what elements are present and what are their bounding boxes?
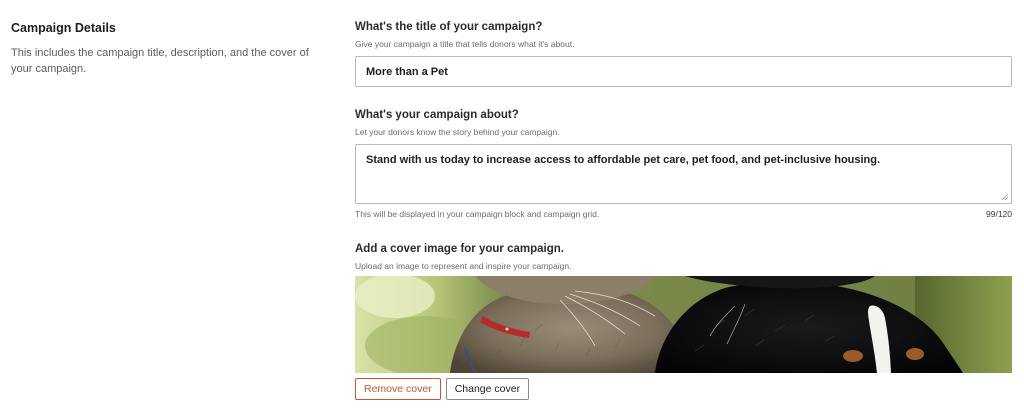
textarea-footer-note: This will be displayed in your campaign … — [355, 209, 600, 219]
cover-photo-cat-and-dog — [355, 276, 1012, 373]
cover-image — [355, 276, 1012, 373]
campaign-about-textarea[interactable]: Stand with us today to increase access t… — [355, 144, 1012, 204]
campaign-title-input[interactable]: More than a Pet — [355, 56, 1012, 87]
cover-field-group: Add a cover image for your campaign. Upl… — [355, 242, 1012, 400]
section-description: This includes the campaign title, descri… — [11, 47, 309, 75]
remove-cover-button[interactable]: Remove cover — [355, 378, 441, 400]
resize-handle-icon[interactable] — [1001, 193, 1009, 201]
cover-field-label: Add a cover image for your campaign. — [355, 243, 564, 255]
title-field-help: Give your campaign a title that tells do… — [355, 39, 575, 49]
title-field-group: What's the title of your campaign? Give … — [355, 20, 1012, 87]
about-field-help: Let your donors know the story behind yo… — [355, 127, 560, 137]
campaign-title-value: More than a Pet — [366, 65, 448, 78]
textarea-footer: This will be displayed in your campaign … — [355, 208, 1012, 220]
title-field-label: What's the title of your campaign? — [355, 21, 543, 33]
campaign-about-value: Stand with us today to increase access t… — [366, 154, 881, 166]
cover-field-help: Upload an image to represent and inspire… — [355, 261, 572, 271]
about-field-label: What's your campaign about? — [355, 109, 519, 121]
section-header: Campaign Details This includes the campa… — [11, 20, 331, 77]
about-field-group: What's your campaign about? Let your don… — [355, 108, 1012, 220]
character-counter: 99/120 — [986, 209, 1012, 219]
change-cover-button[interactable]: Change cover — [445, 378, 530, 400]
section-title: Campaign Details — [11, 21, 116, 35]
campaign-form: What's the title of your campaign? Give … — [355, 20, 1012, 400]
cover-actions: Remove cover Change cover — [355, 378, 1012, 400]
